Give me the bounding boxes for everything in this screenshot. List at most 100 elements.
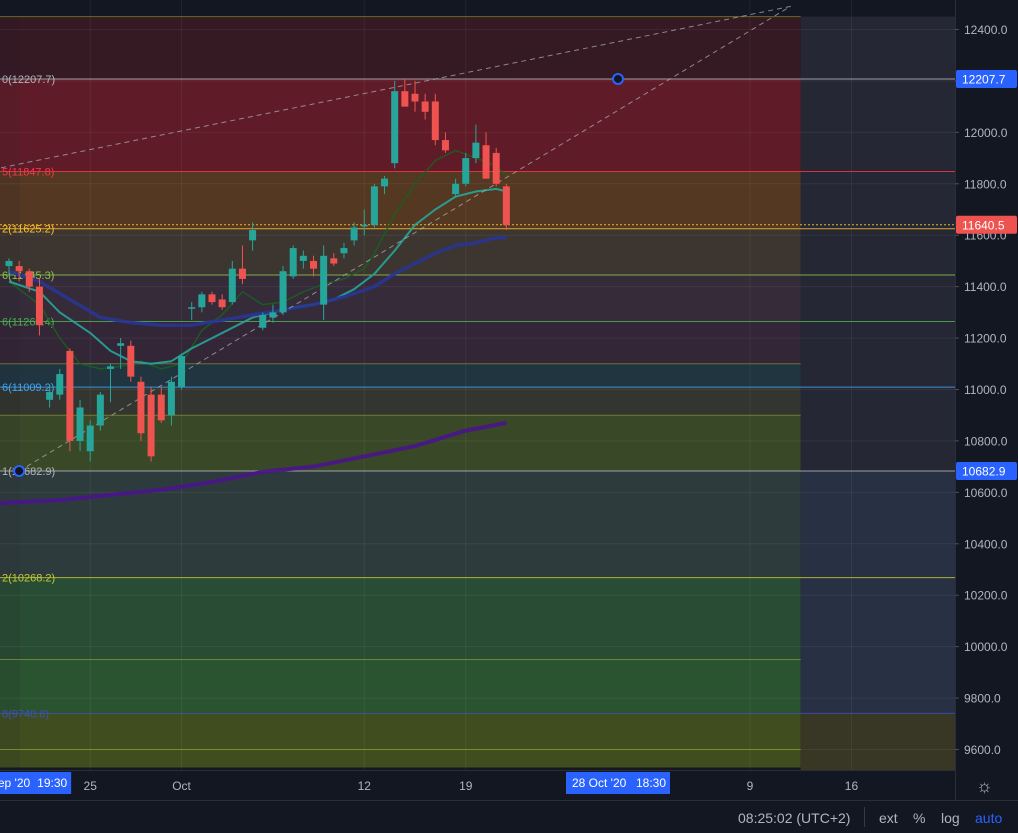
candle-body <box>229 269 236 302</box>
candle-body <box>401 91 408 106</box>
candle-body <box>117 343 124 346</box>
fib-band-right <box>801 713 955 770</box>
candle-body <box>219 300 226 308</box>
candle-body <box>77 408 84 441</box>
fib-band <box>19 364 801 387</box>
price-axis[interactable]: 12400.012200.012000.011800.011600.011400… <box>955 0 1018 800</box>
drawing-anchor-handle[interactable] <box>14 466 24 476</box>
candle-body <box>493 153 500 184</box>
candle-body <box>198 294 205 307</box>
price-chart[interactable]: 0(12207.7)5(11847.8)2(11625.2)6(11445.3)… <box>0 0 1018 832</box>
price-tick-label: 10800.0 <box>964 434 1008 448</box>
candle-body <box>330 258 337 263</box>
fib-band-left <box>0 471 19 578</box>
price-tick-label: 10200.0 <box>964 589 1008 603</box>
time-marker-time: 19:30 <box>37 776 67 790</box>
percent-toggle[interactable]: % <box>913 810 925 826</box>
time-tick-label: Oct <box>172 779 191 793</box>
ext-toggle[interactable]: ext <box>879 810 898 826</box>
candle-body <box>269 312 276 317</box>
fib-level-label: 1(10682.9) <box>2 466 55 478</box>
price-tick-label: 10400.0 <box>964 537 1008 551</box>
fib-band <box>19 578 801 660</box>
time-marker-date: 28 Oct '20 <box>572 776 627 790</box>
price-tick-label: 12400.0 <box>964 23 1008 37</box>
fib-band-right <box>801 471 955 713</box>
candle-body <box>320 256 327 305</box>
fib-band <box>19 79 801 172</box>
candle-body <box>16 266 23 271</box>
candle-body <box>412 94 419 102</box>
price-axis-background <box>955 0 1018 800</box>
fib-band-left <box>0 171 19 228</box>
candle-body <box>300 256 307 261</box>
price-label-text: 11640.5 <box>962 218 1005 232</box>
candle-body <box>280 271 287 312</box>
time-tick-label: 12 <box>358 779 372 793</box>
candle-body <box>148 395 155 457</box>
candle-body <box>371 186 378 225</box>
price-label-text: 10682.9 <box>962 465 1006 479</box>
candle-body <box>137 382 144 433</box>
time-tick-label: 16 <box>845 779 859 793</box>
candle-body <box>259 315 266 328</box>
fib-band <box>19 322 801 364</box>
time-tick-label: 25 <box>84 779 98 793</box>
fib-band <box>19 415 801 471</box>
candle-body <box>178 356 185 387</box>
candle-body <box>361 225 368 227</box>
candle-body <box>87 426 94 452</box>
candle-body <box>503 186 510 225</box>
candle-body <box>66 351 73 441</box>
gear-icon[interactable]: ☼ <box>976 776 993 797</box>
time-tick-label: 9 <box>747 779 754 793</box>
time-axis[interactable]: 25Oct121991617 Sep '2019:3028 Oct '2018:… <box>0 770 955 800</box>
fib-level-label: 8(9740.6) <box>2 708 49 720</box>
fib-band-left <box>0 660 19 714</box>
candle-body <box>290 248 297 276</box>
fib-band-left <box>0 17 19 79</box>
candle-body <box>422 102 429 112</box>
candle-body <box>249 230 256 240</box>
log-toggle[interactable]: log <box>941 810 960 826</box>
candle-body <box>36 287 43 326</box>
fib-level-label: 2(10268.2) <box>2 573 55 585</box>
fib-band <box>19 660 801 714</box>
chart-svg[interactable]: 0(12207.7)5(11847.8)2(11625.2)6(11445.3)… <box>0 0 1018 800</box>
candle-body <box>340 248 347 253</box>
drawing-anchor-handle[interactable] <box>613 74 623 84</box>
time-marker-date: 17 Sep '20 <box>0 776 30 790</box>
candle-body <box>158 395 165 421</box>
fib-band-left <box>0 713 19 767</box>
time-axis-background <box>0 770 955 800</box>
price-label-text: 12207.7 <box>962 72 1006 86</box>
price-tick-label: 10600.0 <box>964 486 1008 500</box>
candle-body <box>97 395 104 426</box>
fib-band <box>19 713 801 767</box>
auto-toggle[interactable]: auto <box>975 810 1002 826</box>
candle-body <box>472 143 479 158</box>
price-tick-label: 10000.0 <box>964 640 1008 654</box>
fib-level-label: 6(11264.4) <box>2 317 54 329</box>
price-tick-label: 9800.0 <box>964 692 1001 706</box>
candle-body <box>209 294 216 302</box>
fib-level-label: 2(11625.2) <box>2 224 54 236</box>
status-divider <box>864 807 865 827</box>
price-tick-label: 11400.0 <box>964 280 1007 294</box>
candle-body <box>381 179 388 187</box>
candle-body <box>239 269 246 279</box>
candle-body <box>188 307 195 309</box>
fib-band-left <box>0 79 19 172</box>
candle-body <box>483 145 490 178</box>
candle-body <box>6 261 13 266</box>
fib-band <box>19 275 801 322</box>
candle-body <box>310 261 317 269</box>
fib-band-left <box>0 578 19 660</box>
fib-band <box>19 471 801 578</box>
candle-body <box>462 158 469 184</box>
candle-body <box>168 382 175 415</box>
price-tick-label: 12000.0 <box>964 126 1008 140</box>
status-bar: 08:25:02 (UTC+2) ext % log auto <box>0 800 1018 833</box>
candle-body <box>127 346 134 377</box>
fib-band <box>19 387 801 415</box>
